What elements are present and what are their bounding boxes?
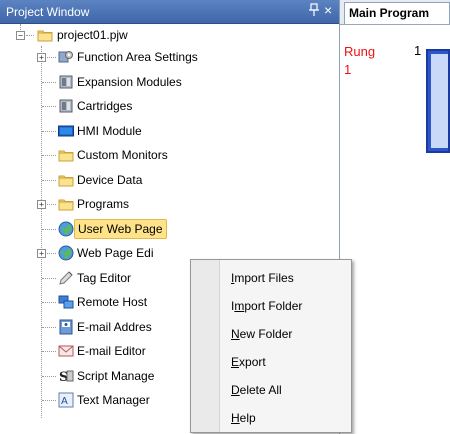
menu-label-post: xport bbox=[239, 355, 266, 369]
tree-item-label: Expansion Modules bbox=[77, 74, 182, 89]
cartridge-icon bbox=[58, 98, 74, 114]
folder-icon bbox=[58, 196, 74, 212]
email-icon bbox=[58, 343, 74, 359]
tab-main-program[interactable]: Main Program bbox=[344, 2, 450, 24]
menu-accelerator: H bbox=[231, 411, 240, 425]
tree-item-label: User Web Page bbox=[74, 218, 167, 239]
tree-item[interactable]: HMI Module bbox=[0, 120, 339, 142]
tree-item-label: Remote Host bbox=[77, 295, 148, 309]
tree-item-label: HMI Module bbox=[77, 123, 142, 138]
remote-host-icon bbox=[58, 294, 74, 310]
rung-label: Rung 1 bbox=[344, 43, 375, 79]
tree-item-label: Device Data bbox=[77, 172, 143, 187]
context-menu-item[interactable]: Import Folder bbox=[231, 296, 302, 316]
menu-accelerator: N bbox=[231, 327, 240, 341]
tree-item[interactable]: + Programs bbox=[0, 193, 339, 215]
context-menu: Import Files Import Folder New Folder Expor… bbox=[190, 259, 352, 433]
tree-item-label: Web Page Edi bbox=[77, 246, 154, 260]
settings-icon bbox=[58, 49, 74, 65]
project-window-title: Project Window bbox=[6, 5, 90, 19]
context-menu-item[interactable]: New Folder bbox=[231, 324, 292, 344]
tree-item-label: Cartridges bbox=[77, 99, 133, 113]
project-window-titlebar[interactable]: Project Window × bbox=[0, 0, 339, 24]
rung-label-text: Rung bbox=[344, 44, 376, 59]
tree-item-label: Tag Editor bbox=[77, 270, 132, 285]
menu-accelerator: m bbox=[234, 299, 245, 313]
rung-block[interactable] bbox=[426, 49, 450, 153]
tree-item-label: Text Manager bbox=[77, 393, 150, 407]
tree-item[interactable]: + Function Area Settings bbox=[0, 46, 339, 68]
menu-label-post: elp bbox=[239, 411, 256, 425]
text-manager-icon: A bbox=[58, 392, 74, 408]
expand-icon[interactable]: + bbox=[37, 249, 46, 258]
context-menu-item[interactable]: Help bbox=[231, 408, 256, 428]
tree-item[interactable]: Custom Monitors bbox=[0, 144, 339, 166]
pin-icon[interactable] bbox=[308, 3, 320, 20]
globe-icon bbox=[58, 245, 74, 261]
svg-text:A: A bbox=[61, 396, 68, 407]
folder-icon bbox=[58, 172, 74, 188]
folder-icon bbox=[37, 27, 53, 43]
address-book-icon bbox=[58, 319, 74, 335]
context-menu-gutter bbox=[191, 260, 220, 432]
tree-item-label: E-mail Addres bbox=[77, 319, 152, 334]
context-menu-item[interactable]: Export bbox=[231, 352, 266, 372]
collapse-icon[interactable]: − bbox=[16, 31, 25, 40]
rung-index: 1 bbox=[344, 62, 352, 77]
expand-icon[interactable]: + bbox=[37, 53, 46, 62]
module-icon bbox=[58, 74, 74, 90]
tree-item[interactable]: User Web Page bbox=[0, 218, 339, 240]
globe-icon bbox=[58, 221, 74, 237]
expand-icon[interactable]: + bbox=[37, 200, 46, 209]
folder-icon bbox=[58, 147, 74, 163]
menu-label-post: port Folder bbox=[244, 299, 303, 313]
context-menu-item[interactable]: Import Files bbox=[231, 268, 294, 288]
editor-tabstrip: Main Program bbox=[340, 0, 450, 25]
script-icon: S bbox=[58, 368, 74, 385]
tag-icon bbox=[58, 270, 74, 286]
hmi-icon bbox=[58, 123, 74, 139]
tree-item[interactable]: Device Data bbox=[0, 169, 339, 191]
context-menu-item[interactable]: Delete All bbox=[231, 380, 282, 400]
tree-item-label: Function Area Settings bbox=[77, 50, 198, 64]
tree-item-label: Programs bbox=[77, 197, 130, 211]
close-icon[interactable]: × bbox=[324, 2, 332, 18]
tree-root[interactable]: − project01.pjw bbox=[0, 24, 339, 46]
menu-accelerator: E bbox=[231, 355, 240, 369]
tree-item-label: E-mail Editor bbox=[77, 344, 146, 358]
menu-accelerator: D bbox=[231, 383, 240, 397]
rung-number: 1 bbox=[414, 43, 422, 58]
menu-label-post: elete All bbox=[239, 383, 282, 397]
tree-root-label: project01.pjw bbox=[57, 28, 128, 42]
tree-item[interactable]: Cartridges bbox=[0, 95, 339, 117]
menu-label-post: mport Files bbox=[234, 271, 294, 285]
menu-label-post: ew Folder bbox=[239, 327, 293, 341]
tree-item-label: Script Manage bbox=[77, 368, 155, 383]
tree-item-label: Custom Monitors bbox=[77, 148, 168, 162]
tree-item[interactable]: Expansion Modules bbox=[0, 71, 339, 93]
ladder-editor[interactable]: Rung 1 1 bbox=[340, 25, 450, 434]
